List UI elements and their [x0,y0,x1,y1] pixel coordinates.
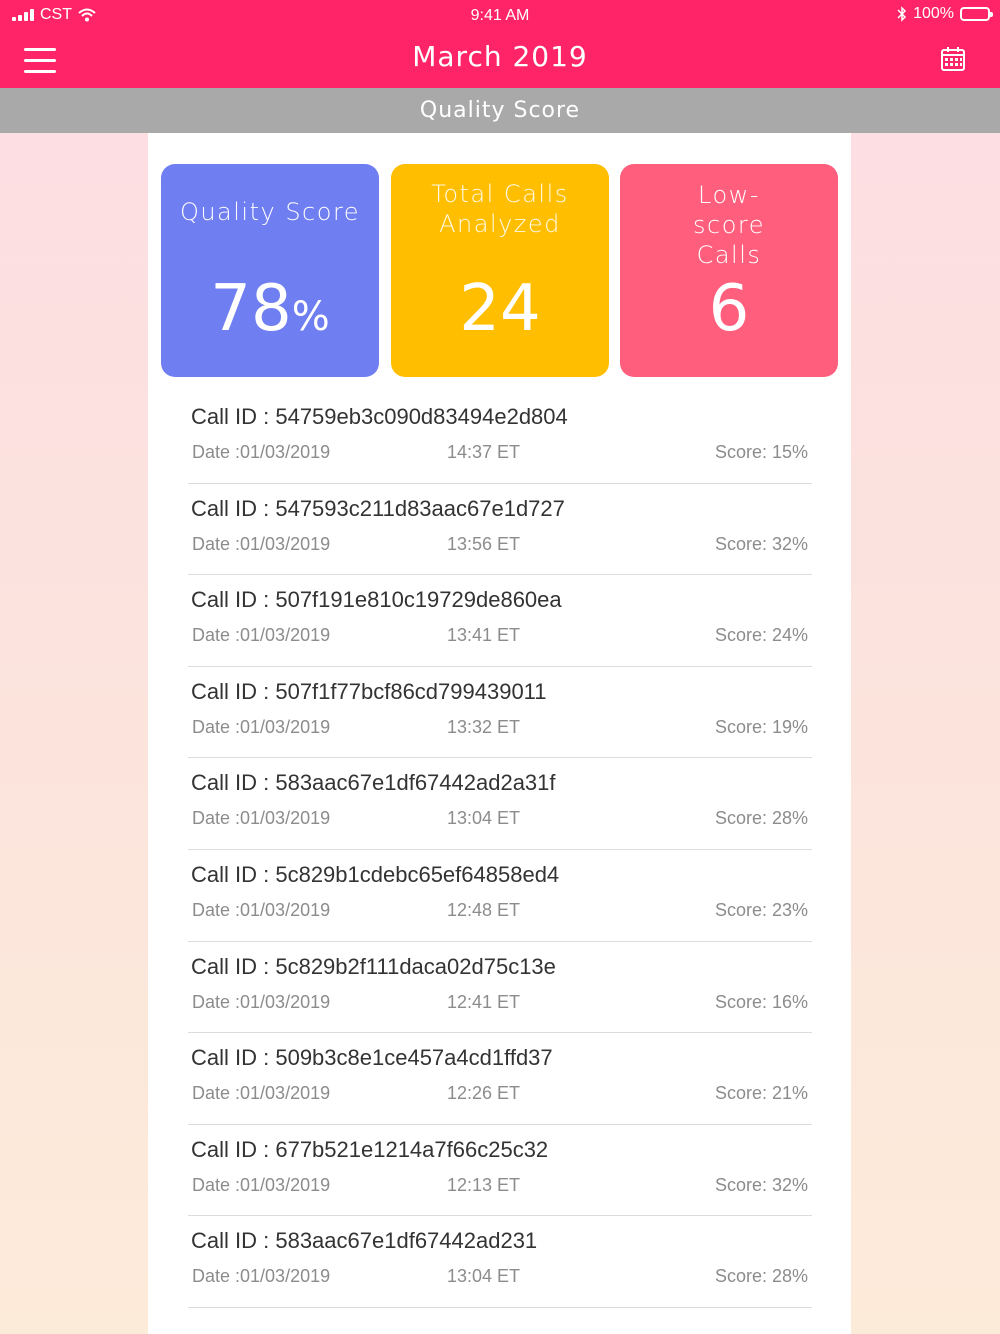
call-time: 13:41 ET [447,625,521,646]
call-time: 13:56 ET [447,533,521,554]
call-score: Score: 28% [714,808,808,829]
card-value: 78% [161,272,379,346]
call-id: Call ID : 507f191e810c19729de860ea [191,587,562,613]
call-score: Score: 32% [714,1174,808,1195]
list-item[interactable]: Call ID : 583aac67e1df67442ad231 Date :0… [188,1216,812,1308]
call-id: Call ID : 5c829b1cdebc65ef64858ed4 [191,861,560,887]
card-label: Low-score Calls [693,181,765,269]
total-calls-card: Total Calls Analyzed 24 [391,164,609,377]
call-time: 12:13 ET [447,1174,521,1195]
quality-score-card: Quality Score 78% [161,164,379,377]
list-item[interactable]: Call ID : 507f1f77bcf86cd799439011 Date … [188,667,812,759]
call-score: Score: 19% [714,716,808,737]
card-value: 6 [708,272,750,346]
quality-score-value: 78 [210,272,292,346]
call-date: Date :01/03/2019 [192,442,331,462]
card-label: Quality Score [179,198,361,226]
bluetooth-icon [897,6,907,22]
call-id: Call ID : 677b521e1214a7f66c25c32 [191,1136,549,1162]
call-score: Score: 16% [714,991,808,1012]
call-date: Date :01/03/2019 [192,991,331,1012]
call-id: Call ID : 54759eb3c090d83494e2d804 [191,404,568,429]
call-time: 13:32 ET [447,716,521,737]
list-item[interactable]: Call ID : 547593c211d83aac67e1d727 Date … [188,484,812,576]
call-score: Score: 28% [714,1266,808,1287]
call-time: 13:04 ET [447,808,521,829]
list-item[interactable]: Call ID : 5c829b1cdebc65ef64858ed4 Date … [188,850,812,942]
call-score: Score: 15% [714,442,808,462]
call-date: Date :01/03/2019 [192,899,331,920]
call-id: Call ID : 583aac67e1df67442ad2a31f [191,770,556,796]
status-time: 9:41 AM [470,7,530,24]
calls-list: Call ID : 54759eb3c090d83494e2d804 Date … [188,392,812,1308]
list-item[interactable]: Call ID : 583aac67e1df67442ad2a31f Date … [188,758,812,850]
call-date: Date :01/03/2019 [192,1266,331,1287]
list-item[interactable]: Call ID : 5c829b2f111daca02d75c13e Date … [188,942,812,1034]
call-date: Date :01/03/2019 [192,1083,331,1104]
calendar-icon[interactable] [940,46,966,72]
call-time: 13:04 ET [447,1266,521,1287]
call-score: Score: 21% [714,1083,808,1104]
card-value: 24 [459,272,541,346]
card-label: Total Calls Analyzed [431,180,569,238]
call-time: 12:41 ET [447,991,521,1012]
call-id: Call ID : 509b3c8e1ce457a4cd1ffd37 [191,1045,553,1071]
call-score: Score: 24% [714,625,808,646]
list-item[interactable]: Call ID : 509b3c8e1ce457a4cd1ffd37 Date … [188,1033,812,1125]
call-date: Date :01/03/2019 [192,625,331,646]
call-date: Date :01/03/2019 [192,533,331,554]
call-id: Call ID : 507f1f77bcf86cd799439011 [191,678,547,704]
low-score-calls-card: Low-score Calls 6 [620,164,838,377]
top-bar: CST 9:41 AM 100% March 2019 [0,0,1000,88]
list-item[interactable]: Call ID : 54759eb3c090d83494e2d804 Date … [188,392,812,484]
call-id: Call ID : 583aac67e1df67442ad231 [191,1228,538,1254]
call-id: Call ID : 5c829b2f111daca02d75c13e [191,953,556,979]
call-score: Score: 23% [714,899,808,920]
quality-score-unit: % [291,294,330,340]
list-item[interactable]: Call ID : 677b521e1214a7f66c25c32 Date :… [188,1125,812,1217]
call-score: Score: 32% [714,533,808,554]
status-bar: CST 9:41 AM 100% [0,0,1000,30]
call-time: 12:26 ET [447,1083,521,1104]
battery-icon [960,7,993,21]
call-date: Date :01/03/2019 [192,808,331,829]
call-id: Call ID : 547593c211d83aac67e1d727 [191,495,565,521]
call-date: Date :01/03/2019 [192,716,331,737]
battery-percent: 100% [913,5,954,22]
page-title: March 2019 [412,40,588,73]
call-date: Date :01/03/2019 [192,1174,331,1195]
section-header: Quality Score [0,88,1000,133]
call-time: 14:37 ET [447,442,521,462]
list-item[interactable]: Call ID : 507f191e810c19729de860ea Date … [188,575,812,667]
call-time: 12:48 ET [447,899,521,920]
